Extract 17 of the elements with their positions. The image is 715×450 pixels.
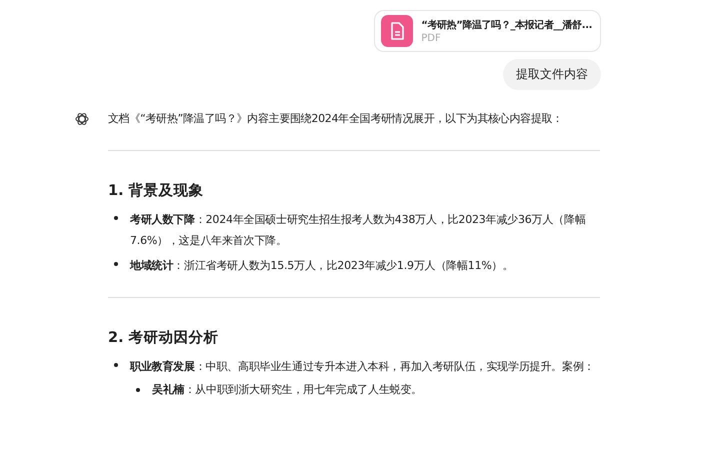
list-item: 地域统计：浙江省考研人数为15.5万人，比2023年减少1.9万人（降幅11%）。 — [130, 259, 514, 272]
list-item: 职业教育发展：中职、高职毕业生通过专升本进入本科，再加入考研队伍，实现学历提升。案例： — [130, 360, 594, 373]
reply-intro: 文档《“考研热”降温了吗？》内容主要围绕2024年全国考研情况展开，以下为其核心内容提取： — [108, 111, 564, 127]
document-icon — [381, 15, 414, 47]
user-message: 提取文件内容 — [503, 59, 601, 90]
file-attachment[interactable]: “考研热”降温了吗？_本报记者__潘舒... PDF — [374, 10, 601, 52]
bullet-icon — [114, 216, 118, 220]
bullet-icon — [136, 388, 140, 392]
file-name: “考研热”降温了吗？_本报记者__潘舒... — [421, 18, 592, 32]
list-item: 吴礼楠：从中职到浙大研究生，用七年完成了人生蜕变。 — [152, 382, 422, 398]
assistant-logo-icon — [74, 111, 90, 127]
list-item: 考研人数下降：2024年全国硕士研究生招生报考人数为438万人，比2023年减少36万人（降幅7.6%），这是八年来首次下降。 — [130, 213, 586, 247]
section-heading: 1. 背景及现象 — [108, 182, 205, 200]
bullet-icon — [114, 363, 118, 367]
section-heading: 2. 考研动因分析 — [108, 328, 220, 347]
file-type: PDF — [421, 32, 442, 44]
bullet-icon — [114, 262, 118, 266]
